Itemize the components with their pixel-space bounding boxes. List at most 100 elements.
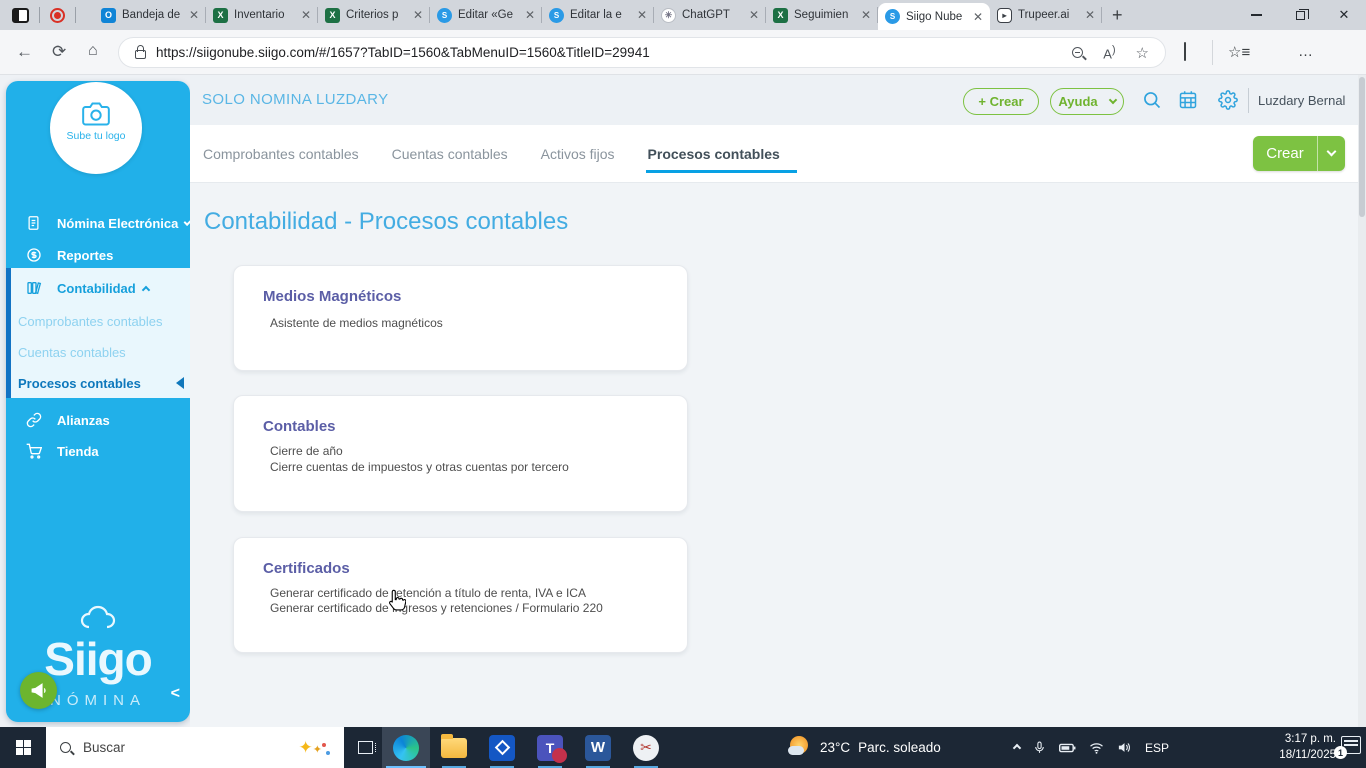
language-indicator[interactable]: ESP (1145, 741, 1169, 755)
contabilidad-section: Contabilidad Comprobantes contables Cuen… (6, 268, 190, 398)
notification-center-icon[interactable]: 1 (1334, 736, 1361, 759)
word-icon: W (585, 734, 611, 761)
collapse-sidebar-button[interactable]: < (171, 685, 180, 703)
close-tab-icon[interactable]: ✕ (637, 8, 647, 22)
tab-activos-fijos[interactable]: Activos fijos (541, 125, 615, 183)
close-tab-icon[interactable]: ✕ (973, 10, 983, 24)
minimize-button[interactable] (1234, 0, 1278, 30)
excel-icon: X (213, 7, 228, 23)
refresh-icon[interactable]: ⟳ (52, 42, 66, 62)
announcements-button[interactable] (20, 672, 57, 709)
home-icon[interactable]: ⌂ (88, 42, 98, 60)
card-link[interactable]: Cierre cuentas de impuestos y otras cuen… (270, 460, 569, 474)
browser-menu-icon[interactable]: … (1298, 43, 1313, 60)
restore-button[interactable] (1278, 0, 1322, 30)
browser-tab-bandeja[interactable]: O Bandeja de ✕ (94, 0, 206, 30)
taskbar-app-dynamics[interactable] (478, 727, 526, 768)
close-tab-icon[interactable]: ✕ (189, 8, 199, 22)
tray-expand-icon[interactable] (1012, 743, 1022, 752)
gear-icon[interactable] (1218, 90, 1238, 115)
close-tab-icon[interactable]: ✕ (301, 8, 311, 22)
read-aloud-icon[interactable]: A) (1103, 44, 1115, 61)
favorite-star-icon[interactable]: ☆ (1136, 44, 1149, 62)
browser-tab-editar-1[interactable]: S Editar «Ge ✕ (430, 0, 542, 30)
close-tab-icon[interactable]: ✕ (1085, 8, 1095, 22)
siigo-icon: S (437, 7, 452, 23)
card-link[interactable]: Asistente de medios magnéticos (270, 316, 443, 330)
close-tab-icon[interactable]: ✕ (525, 8, 535, 22)
crear-split-button[interactable]: Crear (1253, 136, 1345, 171)
taskbar-app-snipping-tool[interactable]: ✂ (622, 727, 670, 768)
browser-tab-editar-2[interactable]: S Editar la e ✕ (542, 0, 654, 30)
url-input[interactable]: https://siigonube.siigo.com/#/1657?TabID… (118, 37, 1166, 68)
page-scrollbar[interactable] (1358, 75, 1366, 727)
back-icon[interactable]: ← (16, 42, 33, 62)
browser-tab-siigo-nube-active[interactable]: S Siigo Nube ✕ (878, 3, 990, 30)
app-header: SOLO NOMINA LUZDARY + Crear Ayuda Luzdar… (190, 75, 1366, 125)
siigo-icon: S (549, 7, 564, 23)
browser-tab-inventario[interactable]: X Inventario ✕ (206, 0, 318, 30)
sidebar-subitem-procesos-contables[interactable]: Procesos contables (18, 369, 141, 397)
sidebar-item-contabilidad[interactable]: Contabilidad (6, 273, 190, 303)
close-tab-icon[interactable]: ✕ (749, 8, 759, 22)
card-link[interactable]: Generar certificado de retención a títul… (270, 586, 586, 600)
zoom-out-icon[interactable] (1072, 47, 1084, 58)
wifi-icon[interactable] (1089, 742, 1104, 754)
tab-cuentas-contables[interactable]: Cuentas contables (392, 125, 508, 183)
user-menu[interactable]: Luzdary Bernal (1258, 93, 1366, 108)
browser-tab-chatgpt[interactable]: ✳ ChatGPT ✕ (654, 0, 766, 30)
sidebar-subitem-cuentas-contables[interactable]: Cuentas contables (18, 338, 126, 366)
time: 3:17 p. m. (1284, 732, 1336, 745)
microphone-icon[interactable] (1033, 740, 1046, 755)
excel-icon: X (325, 7, 340, 23)
search-highlights-icon[interactable]: ✦✦ (299, 738, 330, 758)
sidebar-subitem-comprobantes-contables[interactable]: Comprobantes contables (18, 307, 163, 335)
main-content: Contabilidad - Procesos contables Medios… (190, 183, 1366, 727)
tab-procesos-contables[interactable]: Procesos contables (645, 125, 798, 183)
sidebar-item-nomina-electronica[interactable]: Nómina Electrónica (6, 208, 192, 238)
card-medios-magneticos: Medios Magnéticos Asistente de medios ma… (233, 265, 688, 371)
card-link[interactable]: Generar certificado de ingresos y retenc… (270, 601, 603, 615)
crear-dropdown-button[interactable] (1317, 136, 1345, 171)
trupeer-icon: ▸ (997, 7, 1012, 23)
browser-tab-seguimiento[interactable]: X Seguimien ✕ (766, 0, 878, 30)
taskbar-search-input[interactable]: Buscar ✦✦ (46, 727, 344, 768)
new-tab-button[interactable]: + (1112, 5, 1123, 26)
taskbar-app-explorer[interactable] (430, 727, 478, 768)
taskbar-weather[interactable]: 23°C Parc. soleado (788, 727, 941, 768)
taskbar-app-teams[interactable]: T (526, 727, 574, 768)
collections-icon[interactable]: ☆≡ (1228, 43, 1250, 61)
close-window-button[interactable]: ✕ (1322, 0, 1366, 30)
sidebar-item-reportes[interactable]: Reportes (6, 240, 190, 270)
taskbar-clock[interactable]: 3:17 p. m. 18/11/2025 (1279, 727, 1336, 768)
tab-comprobantes-contables[interactable]: Comprobantes contables (203, 125, 359, 183)
extensions-icon[interactable] (1184, 42, 1186, 61)
battery-icon[interactable] (1059, 742, 1076, 754)
workspaces-icon[interactable] (12, 7, 29, 23)
taskbar-app-edge[interactable] (382, 727, 430, 768)
upload-logo-label: Sube tu logo (66, 130, 126, 142)
calendar-icon[interactable] (1178, 90, 1198, 115)
sidebar-item-alianzas[interactable]: Alianzas (6, 405, 190, 435)
excel-icon: X (773, 7, 788, 23)
browser-tab-criterios[interactable]: X Criterios p ✕ (318, 0, 430, 30)
task-view-button[interactable] (348, 727, 382, 768)
sidebar-item-tienda[interactable]: Tienda (6, 436, 190, 466)
recording-indicator-icon[interactable] (50, 7, 65, 23)
search-icon[interactable] (1142, 90, 1162, 115)
close-tab-icon[interactable]: ✕ (413, 8, 423, 22)
speaker-icon[interactable] (1117, 741, 1132, 754)
crear-pill-button[interactable]: + Crear (963, 88, 1039, 115)
folder-icon (441, 733, 467, 758)
chatgpt-icon: ✳ (661, 7, 676, 23)
edge-icon (393, 734, 419, 761)
card-link[interactable]: Cierre de año (270, 444, 343, 458)
taskbar-app-word[interactable]: W (574, 727, 622, 768)
start-button[interactable] (0, 727, 46, 768)
lock-icon (135, 45, 146, 59)
scrollbar-thumb[interactable] (1359, 77, 1365, 217)
browser-tab-trupeer[interactable]: ▸ Trupeer.ai ✕ (990, 0, 1102, 30)
upload-logo-button[interactable]: Sube tu logo (50, 82, 142, 174)
close-tab-icon[interactable]: ✕ (861, 8, 871, 22)
ayuda-button[interactable]: Ayuda (1050, 88, 1124, 115)
